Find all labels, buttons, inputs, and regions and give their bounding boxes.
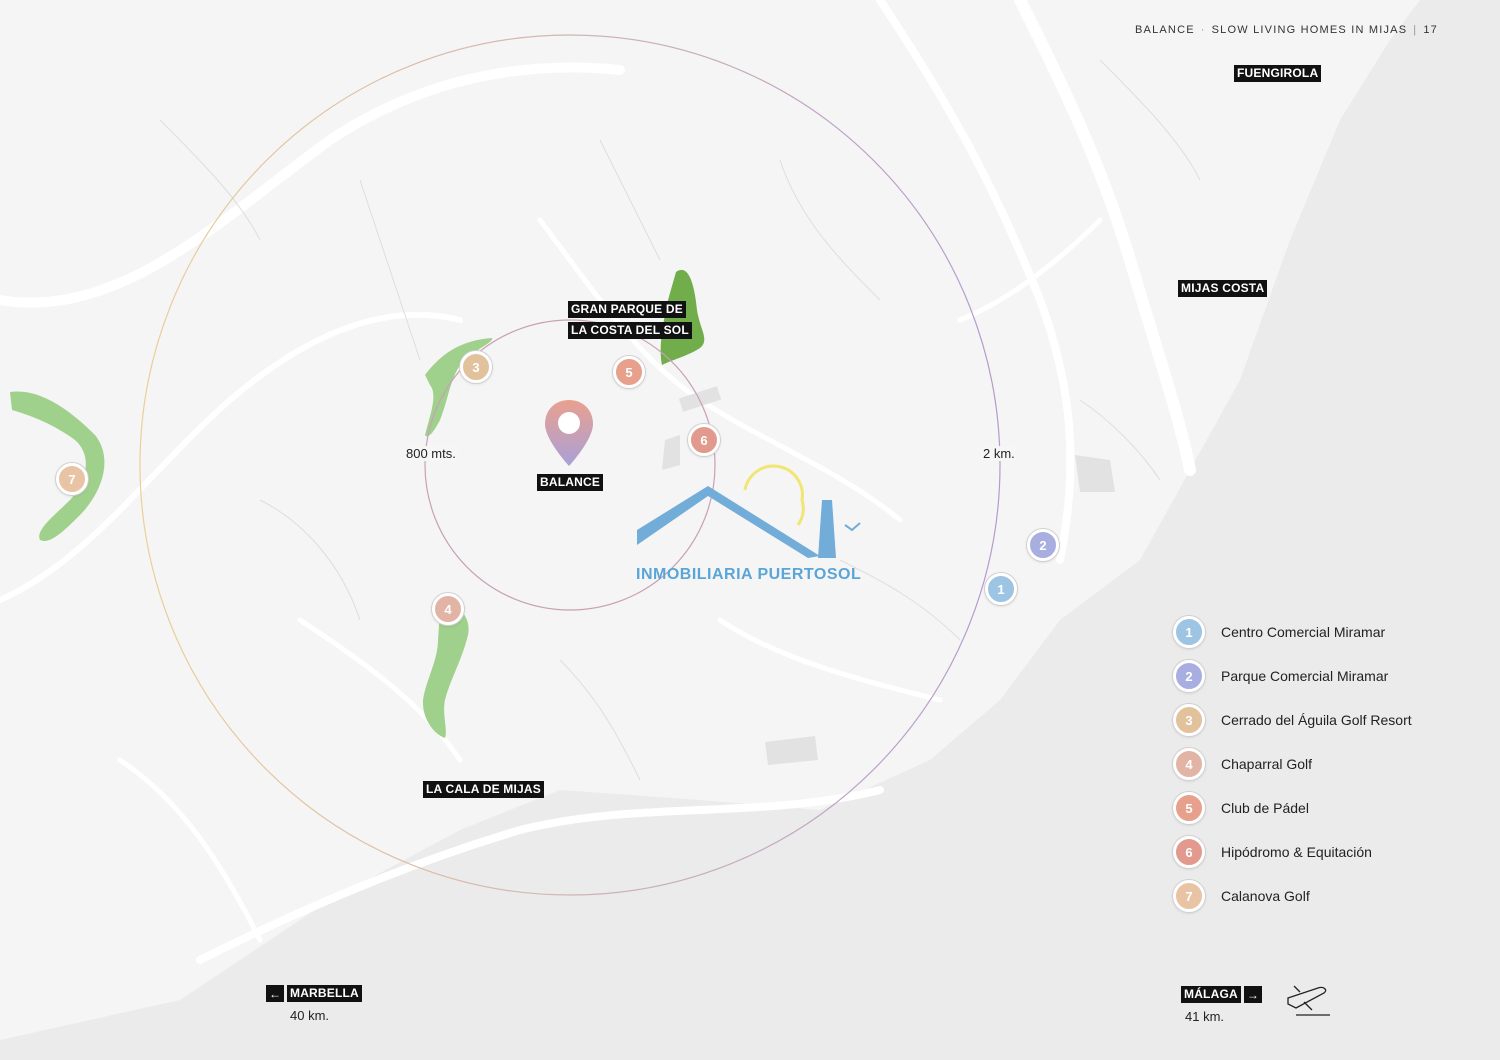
legend-item[interactable]: 6 Hipódromo & Equitación: [1173, 830, 1473, 874]
distance-2km-label: 2 km.: [981, 446, 1017, 461]
place-balance: BALANCE: [537, 474, 604, 491]
legend-label: Club de Pádel: [1221, 800, 1309, 816]
legend-label: Hipódromo & Equitación: [1221, 844, 1372, 860]
legend-item[interactable]: 7 Calanova Golf: [1173, 874, 1473, 918]
map-marker-3[interactable]: 3: [460, 351, 492, 383]
map-marker-2[interactable]: 2: [1027, 529, 1059, 561]
header-subtitle: SLOW LIVING HOMES IN MIJAS: [1211, 24, 1408, 36]
legend-label: Chaparral Golf: [1221, 756, 1313, 772]
direction-malaga-km: 41 km.: [1185, 1009, 1225, 1024]
distance-800m-label: 800 mts.: [404, 446, 458, 461]
legend-item[interactable]: 5 Club de Pádel: [1173, 786, 1473, 830]
legend-label: Parque Comercial Miramar: [1221, 668, 1389, 684]
legend-label: Centro Comercial Miramar: [1221, 624, 1386, 640]
map-marker-5[interactable]: 5: [613, 356, 645, 388]
place-fuengirola: FUENGIROLA: [1234, 65, 1322, 82]
legend-item[interactable]: 1 Centro Comercial Miramar: [1173, 610, 1473, 654]
direction-malaga[interactable]: MÁLAGA → 41 km.: [1181, 986, 1262, 1024]
watermark-text: INMOBILIARIA PUERTOSOL: [636, 566, 862, 583]
direction-marbella-km: 40 km.: [290, 1008, 330, 1023]
map-marker-6[interactable]: 6: [688, 424, 720, 456]
legend-marker: 4: [1173, 748, 1205, 780]
legend-item[interactable]: 2 Parque Comercial Miramar: [1173, 654, 1473, 698]
arrow-left-icon: ←: [266, 985, 284, 1002]
direction-marbella[interactable]: ← MARBELLA 40 km.: [266, 985, 362, 1023]
arrow-right-icon: →: [1243, 986, 1262, 1003]
place-gran-parque-line1: GRAN PARQUE DE: [568, 301, 686, 318]
legend-item[interactable]: 4 Chaparral Golf: [1173, 742, 1473, 786]
legend-label: Cerrado del Águila Golf Resort: [1221, 712, 1412, 728]
legend-marker: 7: [1173, 880, 1205, 912]
map-marker-7[interactable]: 7: [56, 463, 88, 495]
legend-label: Calanova Golf: [1221, 888, 1310, 904]
direction-malaga-name: MÁLAGA: [1181, 986, 1241, 1003]
legend-marker: 2: [1173, 660, 1205, 692]
place-la-cala: LA CALA DE MIJAS: [423, 781, 544, 798]
legend-item[interactable]: 3 Cerrado del Águila Golf Resort: [1173, 698, 1473, 742]
page-number: 17: [1423, 24, 1438, 36]
legend-marker: 3: [1173, 704, 1205, 736]
direction-marbella-name: MARBELLA: [287, 985, 362, 1002]
page-header: BALANCE · SLOW LIVING HOMES IN MIJAS | 17: [1135, 24, 1438, 36]
map-marker-4[interactable]: 4: [432, 593, 464, 625]
legend-marker: 5: [1173, 792, 1205, 824]
legend: 1 Centro Comercial Miramar 2 Parque Come…: [1173, 610, 1473, 918]
place-mijas-costa: MIJAS COSTA: [1178, 280, 1268, 297]
map-marker-1[interactable]: 1: [985, 573, 1017, 605]
legend-marker: 6: [1173, 836, 1205, 868]
header-brand: BALANCE: [1135, 24, 1195, 36]
place-gran-parque-line2: LA COSTA DEL SOL: [568, 322, 692, 339]
legend-marker: 1: [1173, 616, 1205, 648]
